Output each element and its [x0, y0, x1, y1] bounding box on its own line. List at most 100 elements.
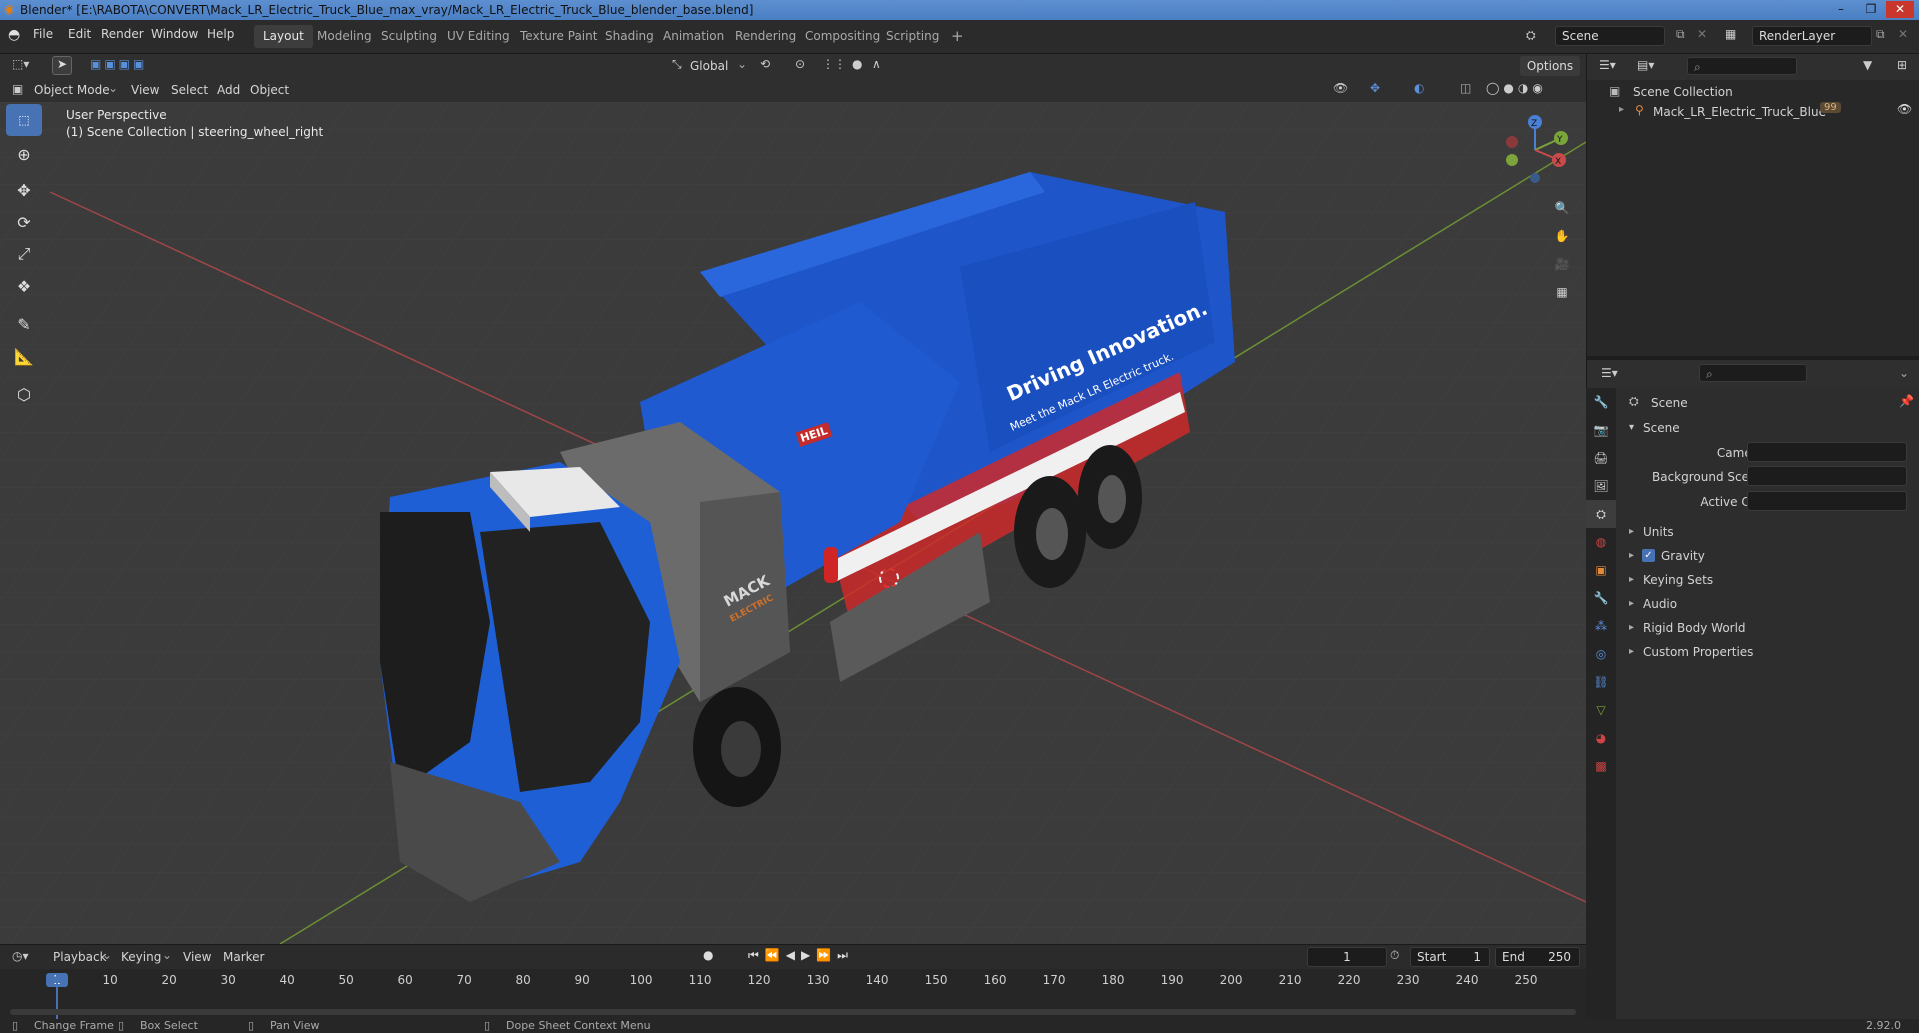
- constraints-tab-icon[interactable]: ⛓: [1586, 668, 1616, 696]
- gravity-checkbox[interactable]: ✓: [1642, 549, 1655, 562]
- visibility-eye-icon[interactable]: 👁: [1897, 102, 1912, 116]
- snap-target-icon[interactable]: ⋮⋮: [822, 57, 846, 71]
- mode-dropdown[interactable]: Object Mode: [34, 80, 110, 100]
- tab-shading[interactable]: Shading: [596, 25, 663, 48]
- data-tab-icon[interactable]: ▽: [1586, 696, 1616, 724]
- gizmo-toggle-icon[interactable]: ✥: [1370, 81, 1380, 95]
- snap-icon[interactable]: ⊙: [795, 57, 805, 71]
- annotate-tool[interactable]: ✎: [6, 308, 42, 340]
- new-scene-icon[interactable]: ⧉: [1676, 27, 1685, 42]
- xray-icon[interactable]: ◫: [1460, 81, 1471, 95]
- modifier-tab-icon[interactable]: 🔧: [1586, 584, 1616, 612]
- material-tab-icon[interactable]: ◕: [1586, 724, 1616, 752]
- panel-collapse-icon[interactable]: ▾: [1629, 422, 1634, 433]
- truck-model[interactable]: [0, 102, 1586, 944]
- tab-modeling[interactable]: Modeling: [308, 25, 381, 48]
- move-tool[interactable]: ✥: [6, 174, 42, 206]
- delete-renderlayer-icon[interactable]: ✕: [1898, 27, 1908, 41]
- add-workspace-button[interactable]: +: [942, 25, 973, 48]
- tab-rendering[interactable]: Rendering: [726, 25, 805, 48]
- outliner-item[interactable]: Mack_LR_Electric_Truck_Blue: [1653, 105, 1826, 119]
- panel-audio[interactable]: Audio: [1643, 597, 1677, 611]
- ortho-grid-icon[interactable]: ▦: [1548, 278, 1576, 306]
- menu-view[interactable]: View: [131, 80, 159, 100]
- tab-sculpting[interactable]: Sculpting: [372, 25, 446, 48]
- tab-texture-paint[interactable]: Texture Paint: [511, 25, 606, 48]
- view-layer-tab-icon[interactable]: 🖼: [1586, 472, 1616, 500]
- tab-compositing[interactable]: Compositing: [796, 25, 889, 48]
- outliner-root[interactable]: Scene Collection: [1633, 85, 1733, 99]
- menu-window[interactable]: Window: [151, 27, 198, 41]
- orientation-dropdown[interactable]: Global: [690, 56, 728, 76]
- display-mode-icon[interactable]: ▤▾: [1637, 58, 1654, 72]
- scene-tab-icon[interactable]: ⛭: [1586, 500, 1616, 528]
- menu-add[interactable]: Add: [217, 80, 240, 100]
- blender-menu-icon[interactable]: ◓: [8, 27, 20, 43]
- 3d-cursor[interactable]: [879, 568, 899, 588]
- tab-uv-editing[interactable]: UV Editing: [438, 25, 519, 48]
- panel-units[interactable]: Units: [1643, 525, 1674, 539]
- physics-tab-icon[interactable]: ◎: [1586, 640, 1616, 668]
- expand-arrow-icon[interactable]: ▸: [1629, 550, 1634, 561]
- menu-edit[interactable]: Edit: [68, 27, 91, 41]
- visibility-icon[interactable]: 👁: [1333, 81, 1348, 95]
- scene-field[interactable]: Scene: [1555, 26, 1665, 46]
- world-tab-icon[interactable]: ◍: [1586, 528, 1616, 556]
- panel-gravity[interactable]: Gravity: [1661, 549, 1705, 563]
- texture-tab-icon[interactable]: ▩: [1586, 752, 1616, 780]
- output-tab-icon[interactable]: 🖨: [1586, 444, 1616, 472]
- 3d-viewport[interactable]: Driving Innovation. Meet the Mack LR Ele…: [0, 102, 1586, 944]
- options-dropdown[interactable]: Options: [1520, 56, 1580, 76]
- tab-layout[interactable]: Layout: [254, 25, 313, 48]
- select-tool-icon[interactable]: ➤: [52, 56, 72, 75]
- add-cube-tool[interactable]: ⬡: [6, 378, 42, 410]
- maximize-button[interactable]: ❐: [1857, 1, 1885, 18]
- outliner-search-input[interactable]: ⌕: [1687, 57, 1797, 75]
- scene-selector-icon[interactable]: ⛭: [1526, 28, 1536, 43]
- timeline-scrollbar[interactable]: [10, 1009, 1576, 1015]
- camera-view-icon[interactable]: 🎥: [1548, 250, 1576, 278]
- close-button[interactable]: ✕: [1886, 1, 1914, 18]
- expand-arrow-icon[interactable]: ▸: [1629, 598, 1634, 609]
- panel-scene-title[interactable]: Scene: [1643, 421, 1680, 435]
- expand-arrow-icon[interactable]: ▸: [1629, 526, 1634, 537]
- expand-arrow-icon[interactable]: ▸: [1629, 574, 1634, 585]
- pivot-icon[interactable]: ⟲: [760, 57, 770, 71]
- minimize-button[interactable]: –: [1827, 1, 1855, 18]
- active-clip-field[interactable]: [1747, 491, 1907, 511]
- tab-scripting[interactable]: Scripting: [877, 25, 948, 48]
- pan-hand-icon[interactable]: ✋: [1548, 222, 1576, 250]
- renderlayer-field[interactable]: RenderLayer: [1752, 26, 1872, 46]
- new-renderlayer-icon[interactable]: ⧉: [1876, 27, 1885, 42]
- menu-render[interactable]: Render: [101, 27, 144, 41]
- scale-tool[interactable]: ⤢: [6, 238, 42, 270]
- expand-arrow-icon[interactable]: ▸: [1629, 622, 1634, 633]
- shading-mode-icons[interactable]: ◯●◑◉: [1486, 81, 1547, 95]
- selection-mode-icons[interactable]: ▣▣▣▣: [90, 57, 147, 71]
- overlay-toggle-icon[interactable]: ◐: [1414, 81, 1424, 95]
- pin-icon[interactable]: 📌: [1899, 394, 1914, 408]
- properties-editor-icon[interactable]: ☰▾: [1601, 366, 1618, 380]
- zoom-icon[interactable]: 🔍: [1548, 194, 1576, 222]
- falloff-icon[interactable]: ∧: [872, 57, 881, 71]
- menu-help[interactable]: Help: [207, 27, 234, 41]
- cursor-tool[interactable]: ⊕: [6, 138, 42, 170]
- render-tab-icon[interactable]: 📷: [1586, 416, 1616, 444]
- measure-tool[interactable]: 📐: [6, 340, 42, 372]
- chevron-down-icon[interactable]: ⌄: [1899, 366, 1909, 380]
- outliner-editor-icon[interactable]: ☰▾: [1599, 58, 1616, 72]
- transform-tool[interactable]: ❖: [6, 270, 42, 302]
- menu-file[interactable]: File: [33, 27, 53, 41]
- rotate-tool[interactable]: ⟳: [6, 206, 42, 238]
- panel-rigid-body-world[interactable]: Rigid Body World: [1643, 621, 1746, 635]
- editor-type-icon[interactable]: ⬚▾: [12, 57, 29, 71]
- background-scene-field[interactable]: [1747, 466, 1907, 486]
- object-tab-icon[interactable]: ▣: [1586, 556, 1616, 584]
- new-collection-icon[interactable]: ⊞: [1897, 58, 1907, 72]
- expand-arrow-icon[interactable]: ▸: [1619, 104, 1624, 115]
- properties-search-input[interactable]: ⌕: [1699, 364, 1807, 382]
- delete-scene-icon[interactable]: ✕: [1697, 27, 1707, 41]
- select-box-tool[interactable]: ⬚: [6, 104, 42, 136]
- expand-arrow-icon[interactable]: ▸: [1629, 646, 1634, 657]
- panel-keying-sets[interactable]: Keying Sets: [1643, 573, 1713, 587]
